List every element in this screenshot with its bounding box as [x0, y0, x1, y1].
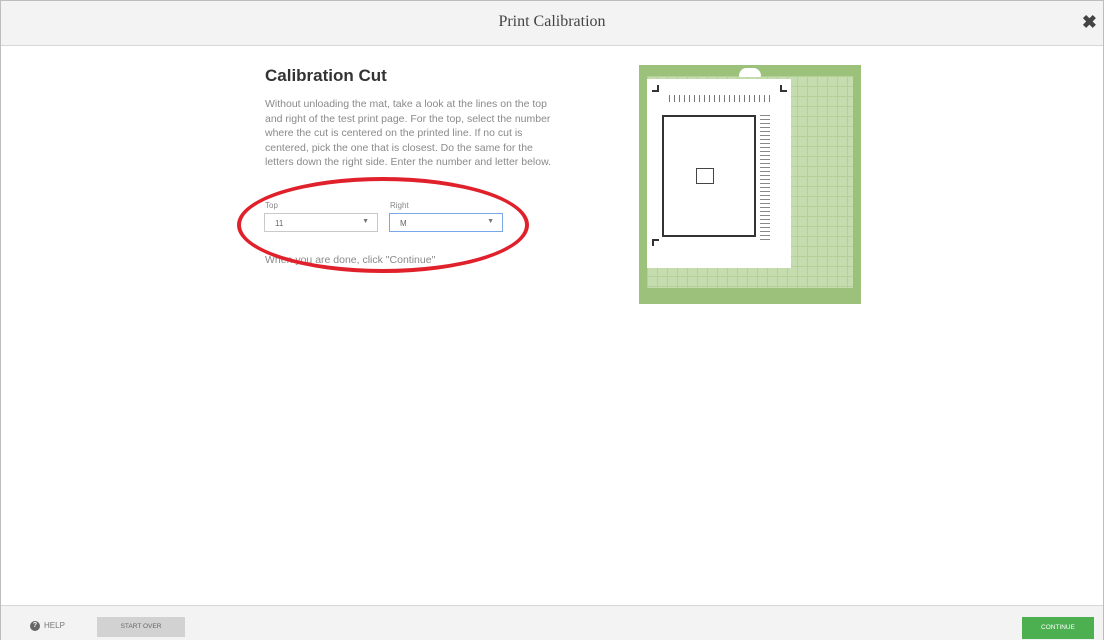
registration-mark	[780, 85, 787, 92]
help-button[interactable]: ? HELP	[30, 621, 65, 631]
continue-button[interactable]: CONTINUE	[1022, 617, 1094, 639]
right-field-label: Right	[390, 201, 409, 210]
cut-square	[696, 168, 714, 184]
right-select-value: M	[400, 219, 407, 228]
dialog-footer: ? HELP START OVER CONTINUE	[1, 605, 1103, 640]
top-select[interactable]: 11 ▼	[264, 213, 378, 232]
registration-mark	[652, 239, 659, 246]
top-field-label: Top	[265, 201, 278, 210]
mat-notch	[739, 68, 761, 77]
dialog-frame	[0, 0, 1104, 640]
help-label: HELP	[44, 621, 65, 631]
dropdown-arrow-icon: ▼	[487, 218, 494, 225]
right-calibration-lines	[760, 115, 770, 242]
registration-mark	[652, 85, 659, 92]
top-calibration-lines	[669, 95, 773, 102]
help-icon: ?	[30, 621, 40, 631]
start-over-button[interactable]: START OVER	[97, 617, 185, 637]
close-icon[interactable]: ✖	[1082, 12, 1097, 33]
right-select[interactable]: M ▼	[389, 213, 503, 232]
test-print-page	[647, 79, 791, 268]
page-heading: Calibration Cut	[265, 66, 387, 85]
instructions-text: Without unloading the mat, take a look a…	[265, 98, 551, 169]
done-instruction: When you are done, click "Continue"	[265, 254, 436, 266]
dialog-title: Print Calibration	[498, 13, 606, 30]
top-select-value: 11	[275, 219, 284, 228]
dialog-header: Print Calibration ✖	[1, 1, 1103, 46]
dropdown-arrow-icon: ▼	[362, 218, 369, 225]
